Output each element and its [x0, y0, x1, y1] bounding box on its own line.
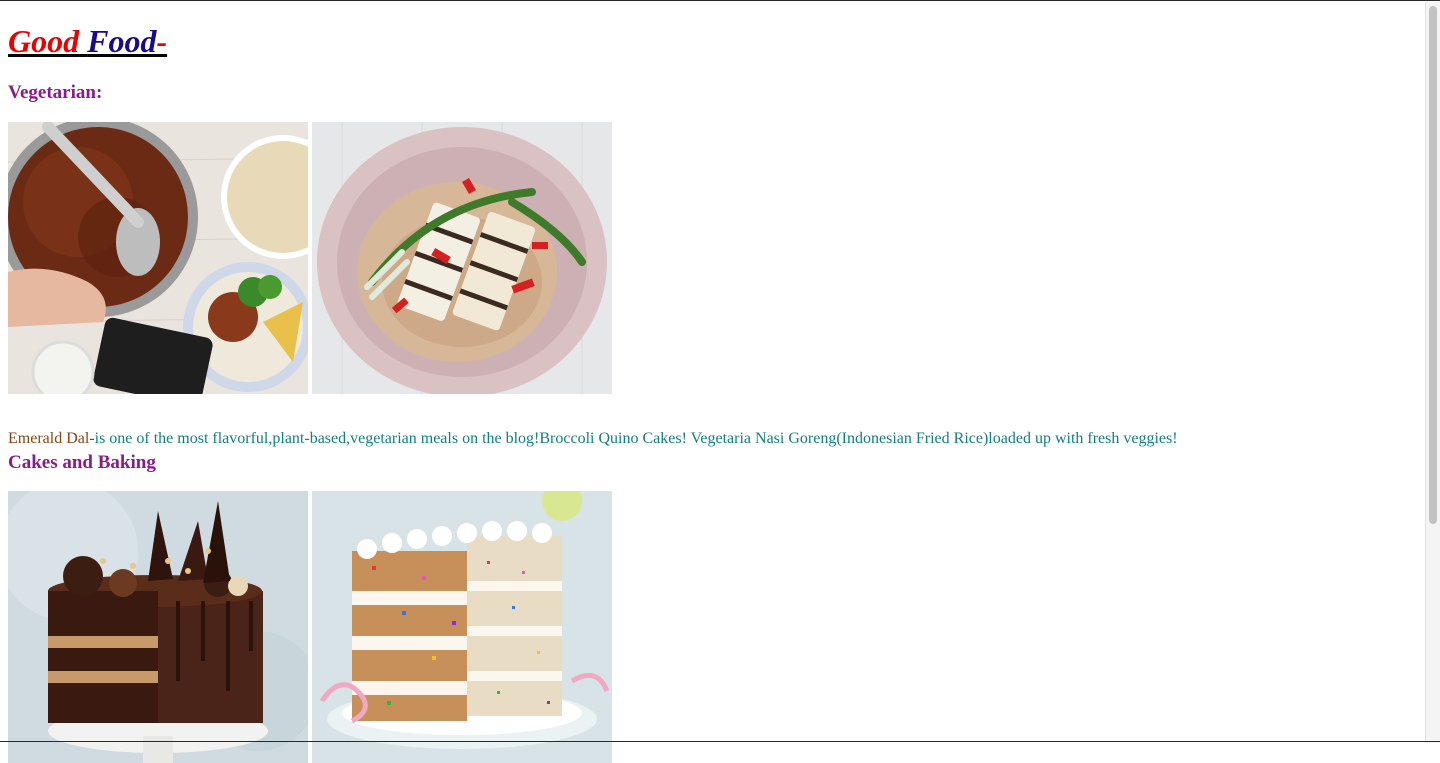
vegetarian-heading: Vegetarian:	[8, 82, 103, 103]
dish-name-emerald-dal: Emerald Dal-	[8, 430, 95, 447]
logo-dash: -	[156, 23, 168, 59]
logo-word-food: Food	[87, 23, 157, 59]
tofu-rice-bowl-image	[312, 122, 612, 394]
vertical-scrollbar[interactable]	[1425, 2, 1440, 743]
vegetarian-description-text: is one of the most flavorful,plant-based…	[94, 430, 1178, 447]
cakes-heading: Cakes and Baking	[8, 452, 156, 473]
logo-link[interactable]: Good Food-	[8, 23, 167, 59]
sprinkle-cake-image	[312, 491, 612, 763]
chili-pot-image	[8, 122, 308, 394]
vegetarian-description: Emerald Dal-is one of the most flavorful…	[8, 429, 1178, 449]
scrollbar-thumb[interactable]	[1429, 6, 1437, 524]
chocolate-cake-image	[8, 491, 308, 763]
logo-word-good: Good	[8, 23, 80, 59]
site-logo[interactable]: Good Food-	[8, 23, 167, 59]
vegetarian-gallery	[8, 122, 612, 394]
cakes-gallery	[8, 491, 612, 763]
